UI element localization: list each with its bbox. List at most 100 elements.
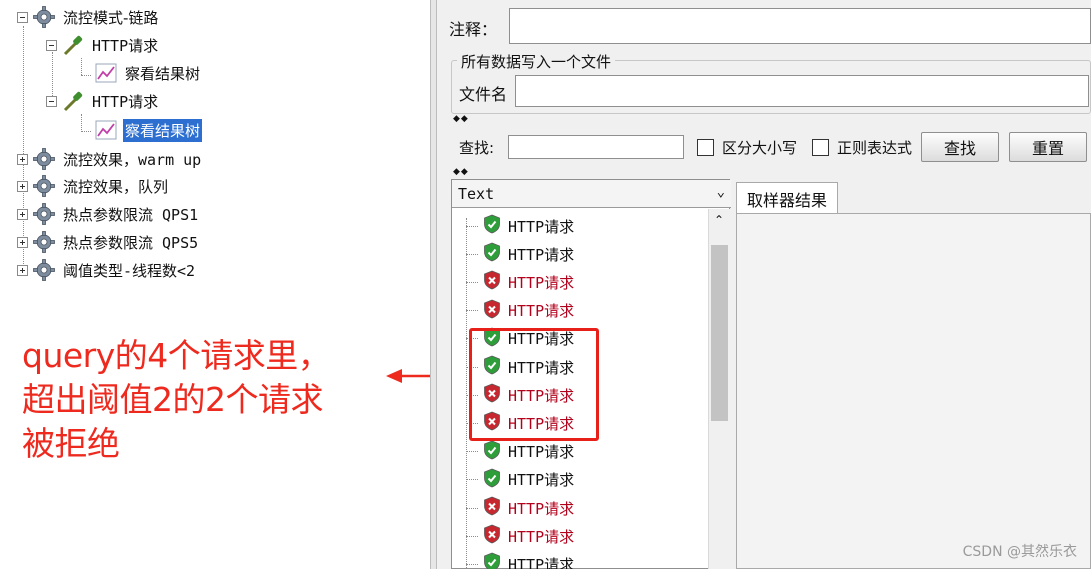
listener-chart-icon	[95, 120, 117, 140]
sample-row[interactable]: HTTP请求	[466, 495, 574, 521]
collapse-icon[interactable]	[46, 95, 57, 107]
tree-item-label: 热点参数限流 QPS1	[63, 205, 199, 224]
sample-row[interactable]: HTTP请求	[466, 241, 574, 267]
tree-connector	[466, 451, 478, 453]
tree-item-flow-mode-chain[interactable]: 流控模式-链路	[17, 4, 160, 30]
sample-label: HTTP请求	[508, 245, 575, 264]
scroll-up-icon[interactable]: ⌃	[714, 213, 724, 227]
success-shield-icon	[482, 440, 508, 464]
thread-group-gear-icon	[33, 175, 55, 197]
sample-row[interactable]: HTTP请求	[466, 269, 574, 295]
reset-button[interactable]: 重置	[1009, 132, 1087, 162]
collapse-icon[interactable]	[46, 39, 57, 51]
tree-item-view-results-tree-selected[interactable]: 察看结果树	[94, 117, 203, 143]
tree-connector	[466, 479, 478, 481]
expand-icon[interactable]	[17, 153, 28, 165]
failure-shield-icon	[482, 524, 508, 548]
expand-icon[interactable]	[17, 264, 28, 276]
tree-item-label: HTTP请求	[92, 92, 159, 111]
tree-connector	[466, 310, 478, 312]
collapse-icon[interactable]	[17, 11, 28, 23]
tree-guide-line	[81, 114, 82, 132]
search-input[interactable]	[508, 135, 684, 159]
renderer-select[interactable]: Text ⌄	[452, 180, 731, 208]
tree-item-thread-count[interactable]: 阈值类型-线程数<2	[17, 257, 197, 283]
listener-chart-icon	[95, 63, 117, 83]
sample-label: HTTP请求	[508, 499, 575, 518]
split-handle-icon[interactable]: ◆◆	[453, 114, 469, 124]
sample-row[interactable]: HTTP请求	[466, 213, 574, 239]
regex-checkbox[interactable]	[812, 139, 829, 156]
case-sensitive-label: 区分大小写	[722, 139, 798, 157]
annotation-text: query的4个请求里， 超出阈值2的2个请求 被拒绝	[22, 334, 382, 466]
tree-connector	[466, 535, 478, 537]
expand-icon[interactable]	[17, 236, 28, 248]
case-sensitive-checkbox[interactable]	[697, 139, 714, 156]
failure-shield-icon	[482, 496, 508, 520]
tree-item-hotspot-qps5[interactable]: 热点参数限流 QPS5	[17, 229, 200, 255]
failure-shield-icon	[482, 299, 508, 323]
thread-group-gear-icon	[33, 203, 55, 225]
annotation-line: 超出阈值2的2个请求	[22, 380, 324, 419]
scrollbar-thumb[interactable]	[711, 245, 728, 421]
tree-connector	[466, 253, 478, 255]
results-area: Text ⌄ HTTP请求 HTTP请求 HTTP请求 HTTP请求 HTTP请求 HTT…	[451, 179, 1091, 569]
thread-group-gear-icon	[33, 259, 55, 281]
tree-connector	[466, 225, 478, 227]
thread-group-gear-icon	[33, 231, 55, 253]
tree-item-label: 流控效果，队列	[63, 177, 169, 196]
thread-group-gear-icon	[33, 6, 55, 28]
sample-row[interactable]: HTTP请求	[466, 551, 574, 569]
sampler-result-tabs: 取样器结果	[736, 179, 1091, 569]
comment-label: 注释：	[449, 20, 498, 39]
tree-item-label: 流控模式-链路	[63, 8, 159, 27]
split-handle-icon[interactable]: ◆◆	[453, 167, 469, 177]
tree-item-http-request[interactable]: HTTP请求	[46, 88, 160, 114]
sample-label: HTTP请求	[508, 471, 575, 490]
comment-input[interactable]	[509, 8, 1091, 44]
failure-shield-icon	[482, 270, 508, 294]
annotation-line: 被拒绝	[22, 424, 120, 463]
expand-icon[interactable]	[17, 208, 28, 220]
tree-item-hotspot-qps1[interactable]: 热点参数限流 QPS1	[17, 201, 200, 227]
success-shield-icon	[482, 242, 508, 266]
panel-splitter[interactable]	[430, 0, 437, 569]
chevron-down-icon: ⌄	[716, 184, 725, 200]
sample-label: HTTP请求	[508, 302, 575, 321]
sample-row[interactable]: HTTP请求	[466, 439, 574, 465]
tree-item-label: 阈值类型-线程数<2	[63, 261, 196, 280]
find-button[interactable]: 查找	[921, 132, 999, 162]
sample-row[interactable]: HTTP请求	[466, 467, 574, 493]
tree-item-warm-up[interactable]: 流控效果，warm up	[17, 146, 203, 172]
regex-label: 正则表达式	[837, 139, 913, 157]
sample-row[interactable]: HTTP请求	[466, 523, 574, 549]
http-sampler-pipette-icon	[63, 35, 83, 56]
thread-group-gear-icon	[33, 148, 55, 170]
tree-item-label: 热点参数限流 QPS5	[63, 233, 199, 252]
http-sampler-pipette-icon	[63, 91, 83, 112]
tree-item-http-request[interactable]: HTTP请求	[46, 32, 160, 58]
tree-guide-line	[81, 131, 91, 132]
tree-connector	[466, 507, 478, 509]
sample-row[interactable]: HTTP请求	[466, 298, 574, 324]
write-to-file-group-title: 所有数据写入一个文件	[457, 51, 616, 72]
filename-input[interactable]	[515, 75, 1089, 107]
expand-icon[interactable]	[17, 180, 28, 192]
tree-guide-line	[81, 58, 82, 75]
tree-connector	[466, 563, 478, 565]
tree-item-view-results-tree[interactable]: 察看结果树	[94, 60, 202, 86]
success-shield-icon	[482, 468, 508, 492]
tree-item-queue[interactable]: 流控效果，队列	[17, 173, 170, 199]
annotation-arrow-icon	[386, 369, 430, 383]
tree-guide-line	[81, 75, 91, 76]
renderer-select-value: Text	[458, 184, 495, 203]
sampler-result-body	[736, 213, 1091, 569]
success-shield-icon	[482, 214, 508, 238]
watermark: CSDN @其然乐衣	[962, 544, 1077, 560]
tab-sampler-result[interactable]: 取样器结果	[736, 182, 839, 214]
list-scrollbar[interactable]: ⌃	[708, 209, 730, 569]
tree-item-label: HTTP请求	[92, 36, 159, 55]
sample-label: HTTP请求	[508, 527, 575, 546]
search-label: 查找:	[459, 139, 495, 157]
sample-label: HTTP请求	[508, 273, 575, 292]
